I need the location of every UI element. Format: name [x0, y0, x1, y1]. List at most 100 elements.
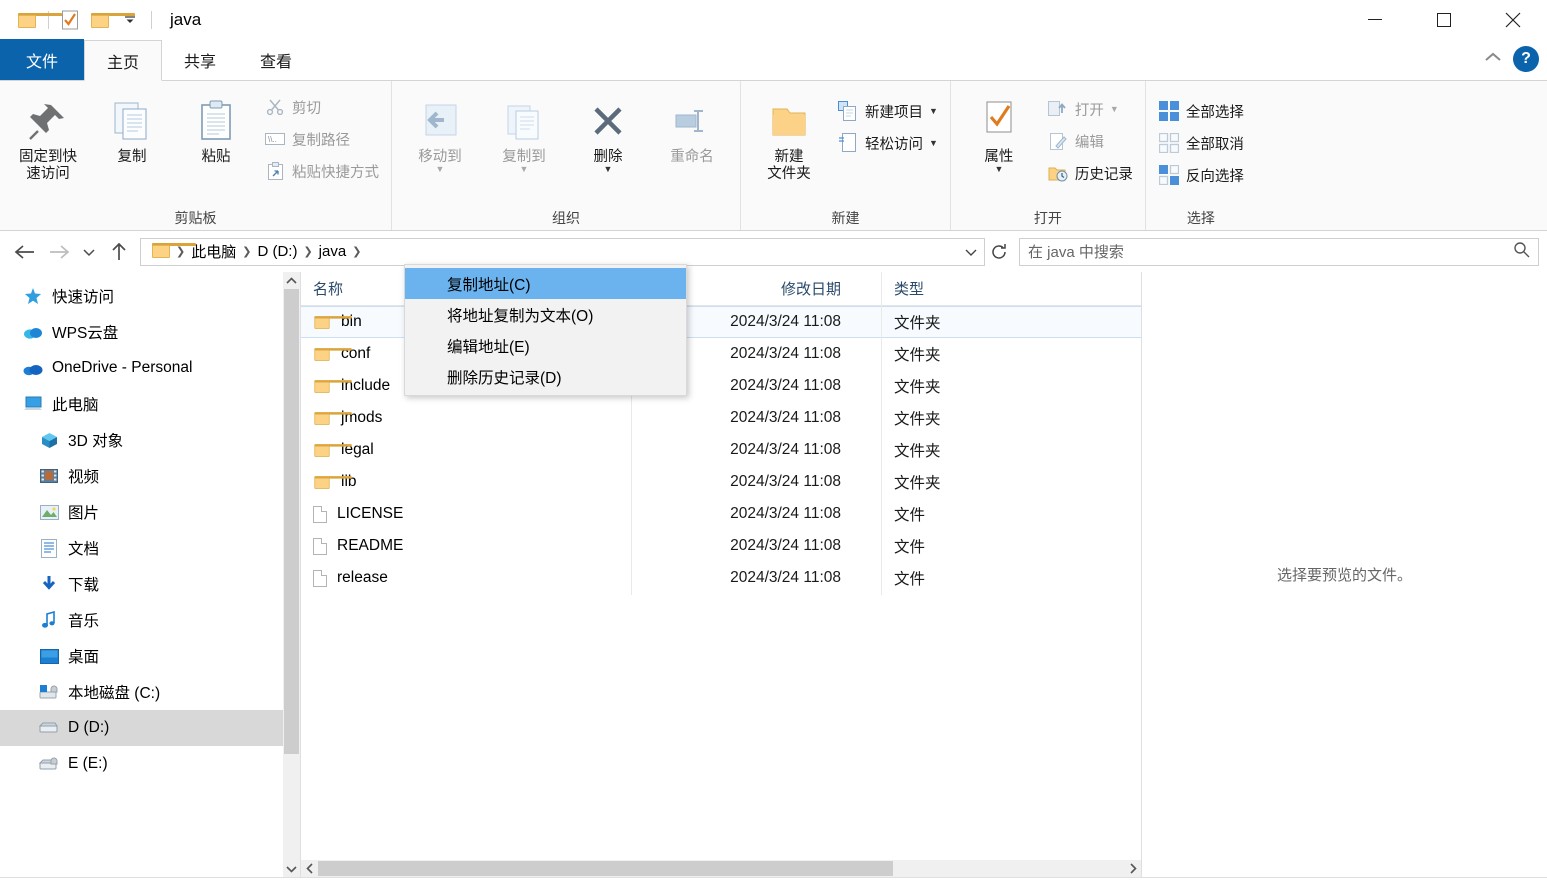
context-menu-item-copy-address[interactable]: 复制地址(C) [405, 268, 686, 299]
open-button[interactable]: 打开 ▼ [1041, 93, 1139, 125]
sidebar-item-pictures[interactable]: 图片 [0, 494, 300, 530]
sidebar-item-this-pc[interactable]: 此电脑 [0, 386, 300, 422]
move-to-button[interactable]: 移动到 ▼ [398, 89, 482, 176]
help-button[interactable]: ? [1513, 46, 1539, 72]
invert-selection-button[interactable]: 反向选择 [1152, 159, 1250, 191]
select-none-icon [1158, 132, 1180, 154]
back-button[interactable] [8, 235, 42, 269]
copy-button[interactable]: 复制 [90, 89, 174, 170]
documents-icon [38, 537, 60, 559]
delete-caret-icon[interactable]: ▼ [604, 164, 613, 173]
up-button[interactable] [102, 235, 136, 269]
address-bar-context-menu: 复制地址(C) 将地址复制为文本(O) 编辑地址(E) 删除历史记录(D) [404, 264, 687, 396]
table-row[interactable]: legal 2024/3/24 11:08 文件夹 [301, 433, 1141, 467]
paste-button[interactable]: 粘贴 [174, 89, 258, 170]
sidebar-item-drive-d[interactable]: D (D:) [0, 710, 300, 746]
scroll-down-arrow-icon[interactable] [283, 860, 300, 877]
new-item-caret-icon[interactable]: ▼ [929, 107, 938, 116]
file-date: 2024/3/24 11:08 [631, 401, 881, 435]
properties-check-icon[interactable] [55, 5, 85, 35]
sidebar-item-videos[interactable]: 视频 [0, 458, 300, 494]
scroll-right-arrow-icon[interactable] [1124, 860, 1141, 877]
select-all-button[interactable]: 全部选择 [1152, 95, 1250, 127]
tab-share[interactable]: 共享 [162, 39, 238, 80]
table-row[interactable]: jmods 2024/3/24 11:08 文件夹 [301, 401, 1141, 435]
tab-view[interactable]: 查看 [238, 39, 314, 80]
move-to-caret-icon[interactable]: ▼ [436, 164, 445, 173]
context-menu-item-edit-address[interactable]: 编辑地址(E) [405, 330, 686, 361]
sidebar-item-drive-c[interactable]: 本地磁盘 (C:) [0, 674, 300, 710]
refresh-button[interactable] [985, 238, 1013, 266]
delete-button[interactable]: 删除 ▼ [566, 89, 650, 176]
select-none-button[interactable]: 全部取消 [1152, 127, 1250, 159]
context-menu-item-copy-address-as-text[interactable]: 将地址复制为文本(O) [405, 299, 686, 330]
breadcrumb-item-2[interactable]: java [314, 241, 352, 262]
breadcrumb-separator[interactable]: ❯ [241, 245, 252, 258]
tab-home[interactable]: 主页 [84, 40, 163, 81]
table-row[interactable]: lib 2024/3/24 11:08 文件夹 [301, 465, 1141, 499]
new-folder-icon[interactable] [85, 5, 135, 35]
sidebar-item-drive-e[interactable]: E (E:) [0, 746, 300, 782]
breadcrumb-root-icon[interactable] [147, 241, 196, 262]
chevron-up-icon[interactable] [1483, 50, 1503, 69]
breadcrumb-item-1[interactable]: D (D:) [252, 241, 302, 262]
file-icon [313, 537, 327, 555]
sidebar-item-quick-access[interactable]: 快速访问 [0, 278, 300, 314]
breadcrumb-separator[interactable]: ❯ [302, 245, 313, 258]
search-input[interactable]: 在 java 中搜索 [1028, 241, 1513, 262]
close-button[interactable] [1478, 0, 1547, 40]
file-type: 文件 [881, 561, 1041, 595]
breadcrumb-separator[interactable]: ❯ [351, 245, 362, 258]
ribbon-group-label-select: 选择 [1186, 210, 1215, 226]
sidebar-item-downloads[interactable]: 下载 [0, 566, 300, 602]
search-icon[interactable] [1513, 241, 1530, 263]
folder-icon[interactable] [12, 5, 62, 35]
recent-locations-button[interactable] [76, 235, 102, 269]
sidebar-item-wps-cloud[interactable]: WPS云盘 [0, 314, 300, 350]
sidebar-scroll-thumb[interactable] [284, 289, 299, 754]
open-caret-icon[interactable]: ▼ [1110, 105, 1119, 114]
properties-caret-icon[interactable]: ▼ [994, 164, 1003, 173]
maximize-button[interactable] [1409, 0, 1478, 40]
horizontal-scroll-thumb[interactable] [318, 861, 893, 876]
copy-path-label: 复制路径 [292, 132, 350, 149]
file-list-horizontal-scrollbar[interactable] [301, 860, 1141, 877]
new-item-button[interactable]: 新建项目 ▼ [831, 95, 944, 127]
file-type: 文件夹 [881, 401, 1041, 435]
scroll-left-arrow-icon[interactable] [301, 860, 318, 877]
history-icon [1047, 162, 1069, 184]
easy-access-caret-icon[interactable]: ▼ [929, 139, 938, 148]
customize-caret-icon[interactable] [115, 5, 145, 35]
breadcrumb-separator[interactable]: ❯ [175, 245, 186, 258]
edit-button[interactable]: 编辑 [1041, 125, 1139, 157]
sidebar-item-music[interactable]: 音乐 [0, 602, 300, 638]
properties-button[interactable]: 属性 ▼ [957, 89, 1041, 176]
copy-to-button[interactable]: 复制到 ▼ [482, 89, 566, 176]
cut-button[interactable]: 剪切 [258, 91, 385, 123]
scroll-up-arrow-icon[interactable] [283, 272, 300, 289]
sidebar-item-3d-objects[interactable]: 3D 对象 [0, 422, 300, 458]
sidebar-item-documents[interactable]: 文档 [0, 530, 300, 566]
context-menu-item-delete-history[interactable]: 删除历史记录(D) [405, 361, 686, 392]
copy-to-caret-icon[interactable]: ▼ [520, 164, 529, 173]
forward-button[interactable] [42, 235, 76, 269]
address-history-caret-icon[interactable] [958, 239, 984, 265]
copy-path-button[interactable]: \\.. 复制路径 [258, 123, 385, 155]
pin-to-quick-access-button[interactable]: 固定到快 速访问 [6, 89, 90, 186]
table-row[interactable]: README 2024/3/24 11:08 文件 [301, 529, 1141, 563]
sidebar-item-desktop[interactable]: 桌面 [0, 638, 300, 674]
tab-file[interactable]: 文件 [0, 39, 85, 80]
table-row[interactable]: release 2024/3/24 11:08 文件 [301, 561, 1141, 595]
column-header-type[interactable]: 类型 [881, 271, 1041, 306]
rename-button[interactable]: 重命名 [650, 89, 734, 170]
history-button[interactable]: 历史记录 [1041, 157, 1139, 189]
sidebar-item-onedrive[interactable]: OneDrive - Personal [0, 350, 300, 386]
search-box[interactable]: 在 java 中搜索 [1019, 237, 1539, 266]
easy-access-button[interactable]: 轻松访问 ▼ [831, 127, 944, 159]
address-bar[interactable]: ❯ 此电脑 ❯ D (D:) ❯ java ❯ [140, 237, 985, 266]
new-folder-button[interactable]: 新建 文件夹 [747, 89, 831, 186]
table-row[interactable]: LICENSE 2024/3/24 11:08 文件 [301, 497, 1141, 531]
sidebar-scrollbar[interactable] [283, 272, 300, 877]
minimize-button[interactable] [1340, 0, 1409, 40]
paste-shortcut-button[interactable]: 粘贴快捷方式 [258, 155, 385, 187]
